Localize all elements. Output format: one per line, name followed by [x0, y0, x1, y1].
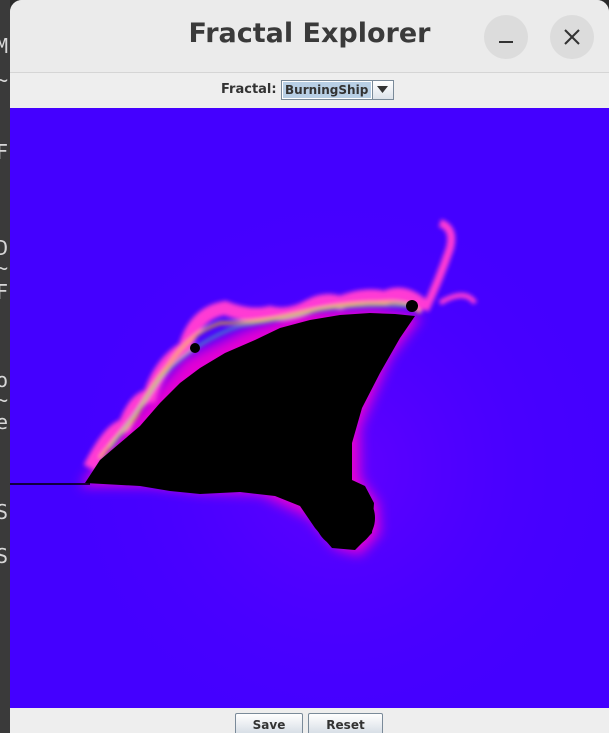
chevron-down-icon [377, 86, 388, 93]
fractal-explorer-window: Fractal Explorer Fractal: BurningShip Sa… [10, 0, 609, 733]
background-window-strip: M ~ F D ~ F o ~ e S S [0, 0, 10, 733]
background-glyph: ~ [0, 388, 9, 412]
fractal-image [10, 108, 609, 708]
background-glyph: ~ [0, 256, 9, 280]
fractal-label: Fractal: [221, 82, 277, 97]
background-glyph: S [0, 500, 9, 524]
background-glyph: S [0, 544, 9, 568]
fractal-minibrot [190, 343, 200, 353]
dropdown-arrow-button[interactable] [372, 81, 393, 99]
title-bar[interactable]: Fractal Explorer [10, 0, 609, 73]
fractal-minibrot [406, 300, 418, 312]
minimize-button[interactable] [484, 15, 528, 59]
close-icon [564, 29, 580, 45]
background-glyph: e [0, 410, 9, 434]
background-glyph: F [0, 280, 9, 304]
background-glyph: ~ [0, 68, 9, 92]
save-button[interactable]: Save [235, 713, 303, 733]
background-glyph: M [0, 34, 9, 58]
fractal-dropdown[interactable]: BurningShip [281, 80, 394, 100]
fractal-dropdown-value: BurningShip [283, 82, 371, 98]
background-glyph: D [0, 236, 9, 260]
fractal-bulb [315, 488, 375, 548]
fractal-canvas[interactable] [10, 108, 609, 708]
minimize-icon [499, 41, 513, 43]
fractal-toolbar: Fractal: BurningShip [10, 73, 609, 107]
background-glyph: F [0, 140, 9, 164]
close-button[interactable] [550, 15, 594, 59]
reset-button[interactable]: Reset [308, 713, 383, 733]
background-glyph: o [0, 368, 9, 392]
button-bar: Save Reset [10, 708, 609, 733]
